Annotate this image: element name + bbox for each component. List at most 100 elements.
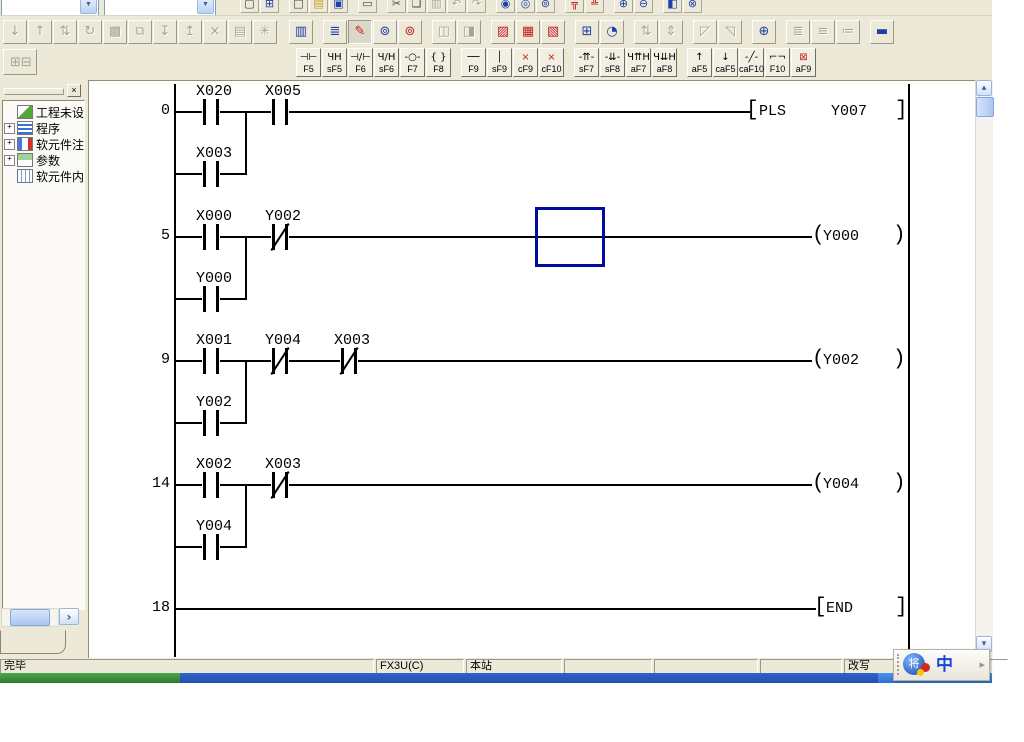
device-test-on-icon[interactable]: ╦ [565,0,584,13]
ladder-mark-icon[interactable]: ◧ [663,0,682,13]
zoom-in-icon[interactable]: ⊕ [614,0,633,13]
undo-icon[interactable]: ↶ [447,0,466,13]
column-insert-icon[interactable]: ↥ [178,20,202,44]
online-change-icon[interactable]: ⇅ [634,20,658,44]
fkey-open-contact[interactable]: ⊣⊢ F5 [296,48,321,77]
skip-execution-icon[interactable]: ▦ [516,20,540,44]
screen-capture-icon[interactable]: ▩ [103,20,127,44]
save-display-icon[interactable]: ▤ [228,20,252,44]
step-execution-icon[interactable]: ⇅ [53,20,77,44]
contact-no[interactable] [202,224,220,250]
note-display-icon[interactable]: ≔ [836,20,860,44]
ime-language-bar[interactable]: 将 中 ▸ [893,649,990,681]
contact-nc[interactable] [271,348,289,374]
find-device-icon[interactable]: ⊚ [536,0,555,13]
contact-no[interactable] [202,161,220,187]
fkey-coil[interactable]: -○- F7 [400,48,425,77]
device-test-off-icon[interactable]: ╩ [585,0,604,13]
open-project-icon[interactable]: ▤ [309,0,328,13]
ime-grip[interactable] [897,654,902,675]
fkey-parallel-rising-pulse[interactable]: Ч⇈Н aF7 [626,48,651,77]
find-icon[interactable]: ◉ [496,0,515,13]
jump-destination-icon[interactable]: ◹ [718,20,742,44]
panel-h-scrollbar[interactable] [1,608,59,627]
contact-nc[interactable] [271,472,289,498]
clock-setting-icon[interactable]: ◔ [600,20,624,44]
save-project-icon[interactable]: ▣ [329,0,348,13]
expand-icon[interactable]: + [4,155,15,166]
tree-item-device-comment[interactable]: + 软元件注释 [3,136,84,152]
panel-bottom-tab[interactable] [0,630,66,654]
fkey-rising-edge[interactable]: ↑ aF5 [687,48,712,77]
ime-language-indicator[interactable]: 中 [936,654,953,676]
monitor-mode-icon[interactable]: ⊚ [398,20,422,44]
fkey-horizontal-line[interactable]: ── F9 [461,48,486,77]
instruction-bracket[interactable]: [ [814,596,827,619]
fkey-vertical-line[interactable]: │ sF9 [487,48,512,77]
fkey-delete-horizontal-line[interactable]: × cF9 [513,48,538,77]
fkey-parallel-closed-contact[interactable]: Ч/Н sF6 [374,48,399,77]
contact-nc[interactable] [340,348,358,374]
contact-no[interactable] [202,99,220,125]
ladder-v-scrollbar[interactable]: ▴ ▾ [975,80,993,658]
partial-execution-icon[interactable]: ▧ [541,20,565,44]
panel-grip[interactable] [4,88,64,95]
cascade-icon[interactable]: ⧉ [128,20,152,44]
refresh-icon[interactable]: ↻ [78,20,102,44]
program-select-combo[interactable]: ▼ [1,0,99,16]
fkey-application-instruction[interactable]: { } F8 [426,48,451,77]
cut-icon[interactable]: ✂ [387,0,406,13]
tree-item-parameter[interactable]: + 参数 [3,152,84,168]
enlarge-ladder-icon[interactable]: ⊕ [752,20,776,44]
fkey-invert-result[interactable]: -╱- caF10 [739,48,764,77]
connection-display-icon[interactable]: ≣ [323,20,347,44]
ladder-view-icon[interactable]: ▥ [289,20,313,44]
expand-icon[interactable]: + [4,139,15,150]
project-tree-toggle-icon[interactable]: ⊞ [260,0,279,13]
copy-icon[interactable]: ❏ [407,0,426,13]
chevron-down-icon[interactable]: ▼ [80,0,97,14]
device-memory-icon[interactable]: ⊞ [575,20,599,44]
fkey-edit-line[interactable]: ⌐¬ F10 [765,48,790,77]
tree-item-program[interactable]: + 程序 [3,120,84,136]
fkey-closed-contact[interactable]: ⊣/⊢ F6 [348,48,373,77]
zoom-out-icon[interactable]: ⊖ [634,0,653,13]
contact-no[interactable] [202,534,220,560]
device-test-icon[interactable]: ▨ [491,20,515,44]
scroll-up-icon[interactable]: ▴ [976,80,992,96]
statement-display-icon[interactable]: ≡ [811,20,835,44]
taskbar-start-strip[interactable] [0,673,180,683]
redo-icon[interactable]: ↷ [467,0,486,13]
jump-source-icon[interactable]: ◸ [693,20,717,44]
program-utility-icon[interactable]: ⊞⊟ [3,49,37,75]
scroll-right-icon[interactable]: › [59,608,79,625]
comment-display-icon[interactable]: ≣ [786,20,810,44]
chevron-down-icon[interactable]: ▼ [197,0,214,14]
print-icon[interactable]: ▭ [358,0,377,13]
ladder-editor[interactable] [88,80,976,659]
pan-icon[interactable]: ✳ [253,20,277,44]
fkey-parallel-open-contact[interactable]: ЧН sF5 [322,48,347,77]
program-change-icon[interactable]: ⇕ [659,20,683,44]
contact-no[interactable] [202,286,220,312]
page-setting-icon[interactable]: ▢ [240,0,259,13]
fkey-rising-pulse[interactable]: -⇈- sF7 [574,48,599,77]
read-mode-icon[interactable]: ⊚ [373,20,397,44]
fkey-falling-edge[interactable]: ↓ caF5 [713,48,738,77]
tree-item-device-memory[interactable]: 软元件内存 [3,168,84,184]
tree-item-project[interactable]: 工程未设置 [3,104,84,120]
fkey-delete-vertical-line[interactable]: × cF10 [539,48,564,77]
scrollbar-thumb[interactable] [10,609,50,626]
instruction-bracket[interactable]: [ [746,99,759,122]
macro-icon[interactable]: ▬ [870,20,894,44]
contact-no[interactable] [202,348,220,374]
ime-expand-icon[interactable]: ▸ [979,658,985,671]
fkey-parallel-falling-pulse[interactable]: Ч⇊Н aF8 [652,48,677,77]
find-replace-icon[interactable]: ◎ [516,0,535,13]
monitor-stop-icon[interactable]: ◨ [457,20,481,44]
fkey-falling-pulse[interactable]: -⇊- sF8 [600,48,625,77]
contact-no[interactable] [202,472,220,498]
contact-no[interactable] [271,99,289,125]
new-project-icon[interactable]: □ [289,0,308,13]
delete-icon[interactable]: × [203,20,227,44]
